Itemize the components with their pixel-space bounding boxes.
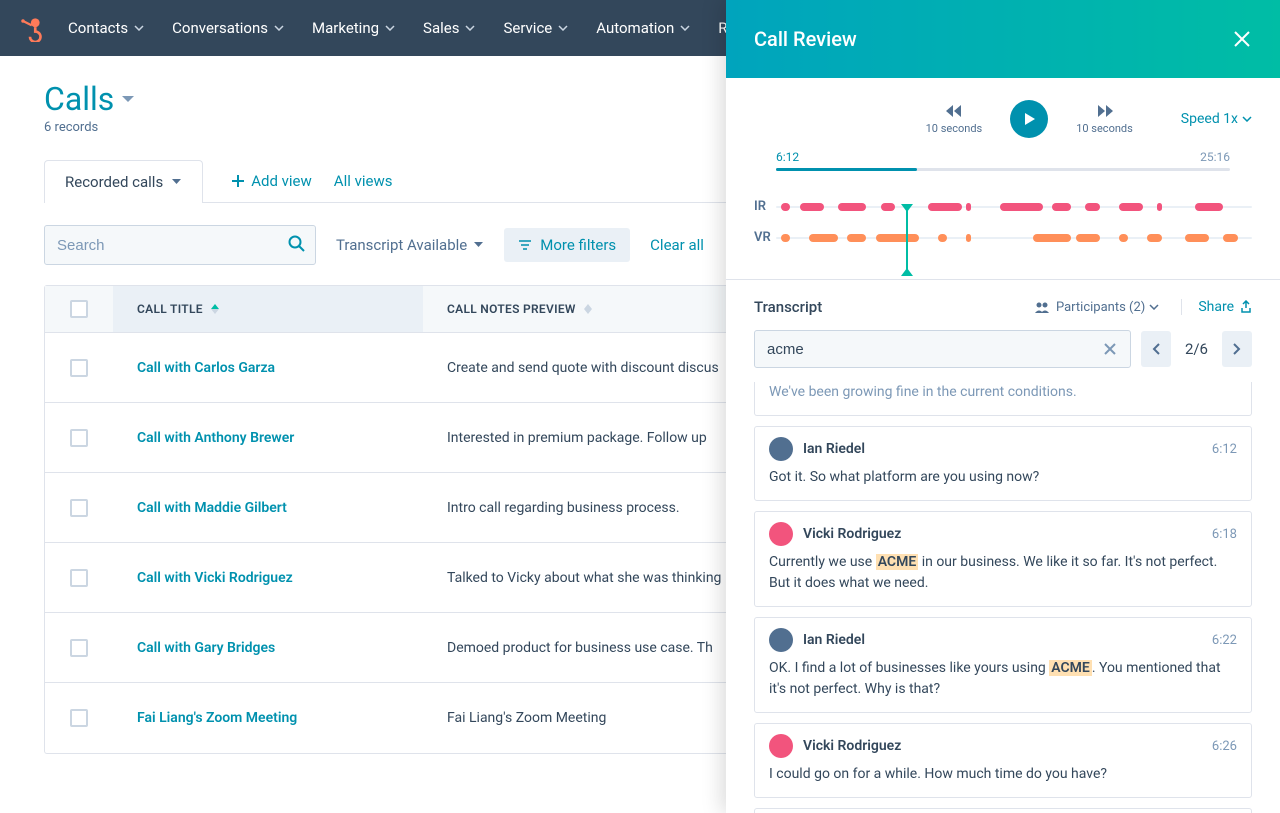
message-timestamp: 6:12 (1212, 442, 1237, 457)
avatar (769, 522, 793, 546)
add-view-button[interactable]: Add view (231, 172, 312, 190)
search-icon[interactable] (288, 235, 306, 253)
clear-all-link[interactable]: Clear all (650, 236, 704, 254)
call-title-link[interactable]: Fai Liang's Zoom Meeting (113, 710, 423, 726)
transcript-message[interactable]: Vicki Rodriguez 6:18 Currently we use AC… (754, 511, 1252, 607)
panel-title: Call Review (754, 27, 857, 51)
select-all-checkbox[interactable] (70, 300, 88, 318)
transcript-message[interactable]: Ian Riedel 6:12 Got it. So what platform… (754, 426, 1252, 501)
nav-service[interactable]: Service (503, 19, 568, 37)
call-title-link[interactable]: Call with Gary Bridges (113, 640, 423, 656)
play-icon (1021, 111, 1037, 127)
row-checkbox[interactable] (70, 499, 88, 517)
speed-selector[interactable]: Speed 1x (1181, 111, 1252, 127)
all-views-link[interactable]: All views (334, 172, 393, 190)
speaker-name: Vicki Rodriguez (803, 738, 1212, 754)
transcript-message[interactable]: Vicki Rodriguez 6:26 I could go on for a… (754, 723, 1252, 798)
current-time: 6:12 (776, 150, 799, 164)
avatar (769, 437, 793, 461)
row-checkbox[interactable] (70, 359, 88, 377)
transcript-heading: Transcript (754, 298, 822, 316)
search-result-count: 2/6 (1181, 340, 1212, 358)
call-title-link[interactable]: Call with Vicki Rodriguez (113, 570, 423, 586)
caret-down-icon (473, 241, 484, 249)
caret-down-icon (171, 178, 182, 186)
message-body: Currently we use ACME in our business. W… (769, 552, 1237, 594)
play-button[interactable] (1010, 100, 1048, 138)
chevron-down-icon (465, 25, 475, 31)
message-timestamp: 6:26 (1212, 739, 1237, 754)
nav-contacts[interactable]: Contacts (68, 19, 144, 37)
tab-recorded-calls[interactable]: Recorded calls (44, 160, 203, 203)
transcript-list[interactable]: We've been growing fine in the current c… (754, 382, 1252, 813)
track-label-vr: VR (754, 230, 776, 245)
transcript-message[interactable]: We've been growing fine in the current c… (754, 382, 1252, 416)
panel-header: Call Review (726, 0, 1280, 78)
dropdown-icon[interactable] (120, 93, 136, 105)
transcript-message[interactable]: Ian Leaman 6:29 (754, 808, 1252, 813)
total-time: 25:16 (1200, 150, 1230, 164)
transcript-search-input[interactable] (767, 341, 1102, 358)
chevron-down-icon (274, 25, 284, 31)
transcript-message[interactable]: Ian Riedel 6:22 OK. I find a lot of busi… (754, 617, 1252, 713)
row-checkbox[interactable] (70, 429, 88, 447)
message-body: I could go on for a while. How much time… (769, 764, 1237, 785)
more-filters-button[interactable]: More filters (504, 228, 630, 262)
playhead[interactable] (906, 210, 908, 270)
people-icon (1034, 301, 1050, 313)
speaker-name: Vicki Rodriguez (803, 526, 1212, 542)
chevron-down-icon (134, 25, 144, 31)
message-timestamp: 6:22 (1212, 633, 1237, 648)
speaker-name: Ian Riedel (803, 632, 1212, 648)
speaker-name: Ian Riedel (803, 441, 1212, 457)
rewind-10-button[interactable]: 10 seconds (926, 104, 983, 135)
speaker-track-ir[interactable] (776, 206, 1252, 208)
row-checkbox[interactable] (70, 569, 88, 587)
close-icon[interactable] (1232, 29, 1252, 49)
column-call-title[interactable]: CALL TITLE (113, 286, 423, 332)
forward-10-button[interactable]: 10 seconds (1076, 104, 1133, 135)
audio-player: 10 seconds 10 seconds Speed 1x 6:12 25:1… (726, 78, 1280, 279)
page-title: Calls (44, 80, 114, 118)
nav-marketing[interactable]: Marketing (312, 19, 395, 37)
call-title-link[interactable]: Call with Carlos Garza (113, 360, 423, 376)
share-icon (1240, 300, 1252, 314)
chevron-down-icon (1149, 304, 1159, 310)
message-timestamp: 6:18 (1212, 527, 1237, 542)
avatar (769, 628, 793, 652)
share-button[interactable]: Share (1181, 299, 1252, 315)
search-input[interactable] (44, 225, 316, 265)
nav-sales[interactable]: Sales (423, 19, 475, 37)
transcript-section: Transcript Participants (2) Share 2/6 (726, 279, 1280, 813)
chevron-down-icon (1242, 116, 1252, 122)
filter-icon (518, 239, 532, 251)
nav-automation[interactable]: Automation (596, 19, 690, 37)
message-body: We've been growing fine in the current c… (769, 382, 1237, 403)
avatar (769, 734, 793, 758)
progress-bar[interactable] (776, 168, 1230, 171)
call-title-link[interactable]: Call with Anthony Brewer (113, 430, 423, 446)
sort-icon (211, 304, 219, 314)
next-result-button[interactable] (1222, 331, 1252, 367)
chevron-down-icon (558, 25, 568, 31)
speaker-track-vr[interactable] (776, 237, 1252, 239)
plus-icon (231, 174, 245, 188)
call-title-link[interactable]: Call with Maddie Gilbert (113, 500, 423, 516)
participants-dropdown[interactable]: Participants (2) (1034, 300, 1165, 315)
chevron-down-icon (385, 25, 395, 31)
call-review-panel: Call Review 10 seconds 10 seconds Speed … (726, 0, 1280, 813)
track-label-ir: IR (754, 199, 776, 214)
message-body: OK. I find a lot of businesses like your… (769, 658, 1237, 700)
clear-icon[interactable] (1102, 341, 1118, 357)
prev-result-button[interactable] (1141, 331, 1171, 367)
message-body: Got it. So what platform are you using n… (769, 467, 1237, 488)
sort-icon (584, 304, 592, 314)
hubspot-logo (16, 14, 44, 42)
row-checkbox[interactable] (70, 639, 88, 657)
nav-conversations[interactable]: Conversations (172, 19, 284, 37)
chevron-down-icon (680, 25, 690, 31)
row-checkbox[interactable] (70, 709, 88, 727)
filter-transcript-available[interactable]: Transcript Available (336, 236, 484, 254)
